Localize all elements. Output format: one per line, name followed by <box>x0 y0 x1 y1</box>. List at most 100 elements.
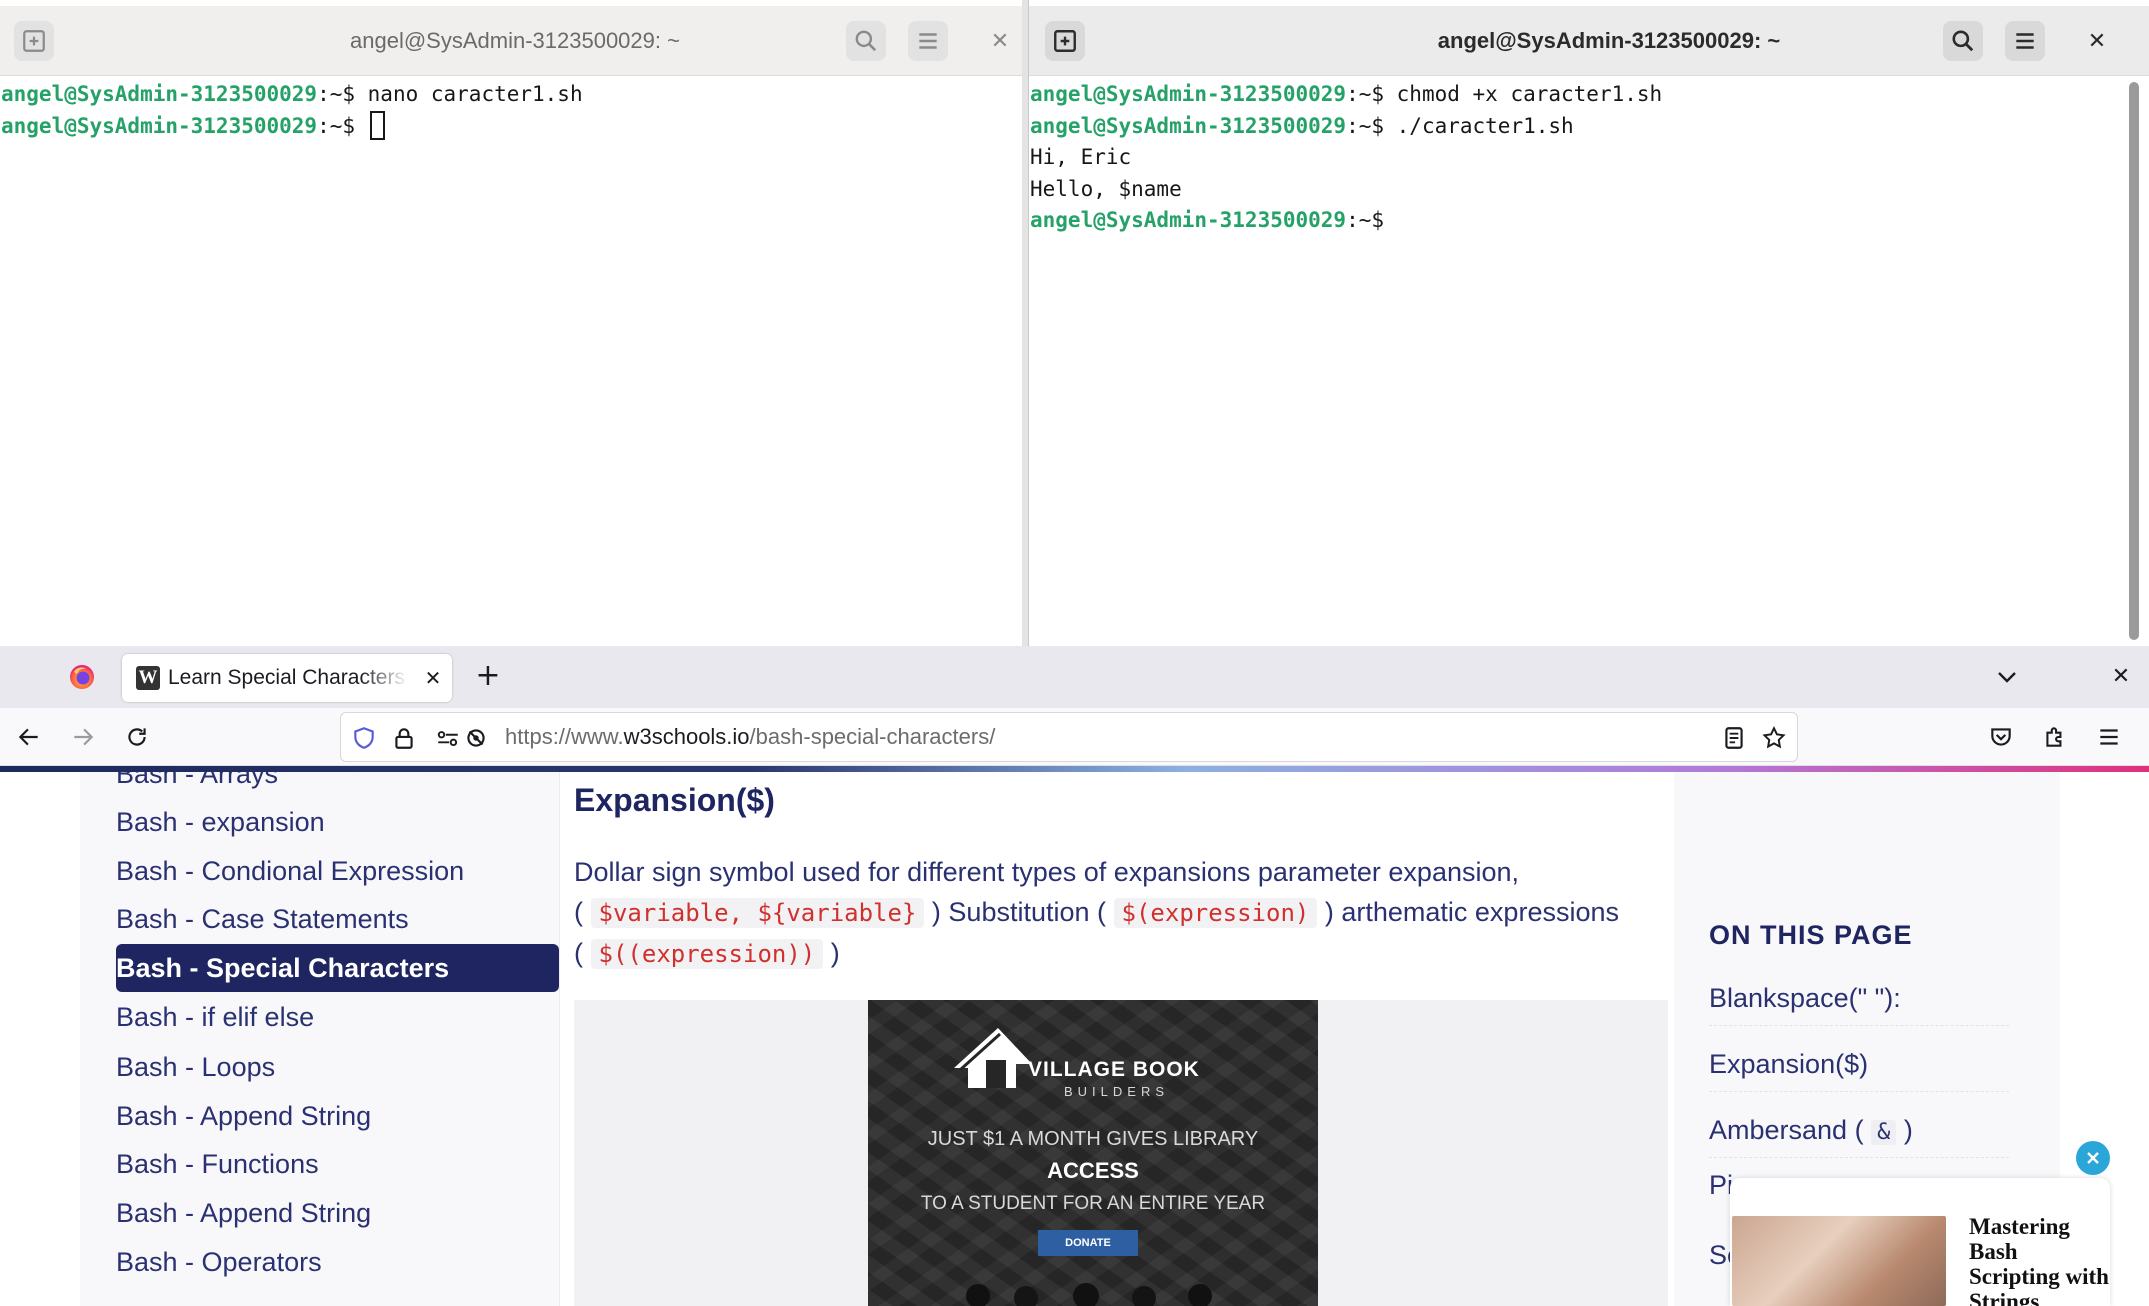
toc-heading: ON THIS PAGE <box>1709 920 1913 950</box>
tracking-protection-off-icon[interactable] <box>463 725 489 751</box>
inline-code: $variable, ${variable} <box>590 898 925 928</box>
prompt-suffix: :~$ <box>1346 113 1397 138</box>
search-button[interactable] <box>846 21 886 61</box>
section-heading: Expansion($) <box>574 782 775 818</box>
extensions-button[interactable] <box>2038 720 2072 754</box>
command-text: nano caracter1.sh <box>367 82 583 106</box>
bookmark-star-icon[interactable] <box>1761 725 1787 751</box>
sidebar-item-arrays[interactable]: Bash - Arrays <box>116 772 559 798</box>
shield-icon[interactable] <box>351 725 377 751</box>
prompt-suffix: :~$ <box>317 82 368 106</box>
close-icon: ✕ <box>990 28 1010 54</box>
arrow-left-icon <box>18 728 38 746</box>
ad-donate-button[interactable]: DONATE <box>1038 1230 1138 1256</box>
sidebar-item-loops[interactable]: Bash - Loops <box>116 1043 559 1091</box>
output-line: Hi, Eric <box>1030 145 1132 169</box>
close-icon <box>2087 1152 2099 1164</box>
firefox-logo-icon[interactable] <box>68 663 96 691</box>
sidebar-item-special-characters[interactable]: Bash - Special Characters <box>116 944 559 992</box>
toc-link-blankspace[interactable]: Blankspace(" "): <box>1709 974 2009 1026</box>
output-line: Hello, $name <box>1030 176 1182 201</box>
sidebar-item-if-elif-else[interactable]: Bash - if elif else <box>116 993 559 1041</box>
search-icon <box>855 30 877 52</box>
toc-link-text: Ambersand ( <box>1709 1115 1864 1145</box>
advertisement-banner[interactable]: VILLAGE BOOK BUILDERS JUST $1 A MONTH GI… <box>868 1000 1318 1306</box>
window-close-icon[interactable]: ✕ <box>2104 660 2138 694</box>
prompt-suffix: :~$ <box>1346 208 1385 232</box>
ad-book-pattern <box>868 1000 1318 1306</box>
toc-link-ampersand[interactable]: Ambersand ( & ) <box>1709 1106 2009 1158</box>
section-paragraph: Dollar sign symbol used for different ty… <box>574 852 1674 974</box>
url-path: /bash-special-characters/ <box>749 724 996 749</box>
village-book-logo-icon <box>954 1028 1032 1088</box>
navigation-toolbar: https://www.w3schools.io/bash-special-ch… <box>0 708 2149 766</box>
sidebar-item-append-string-2[interactable]: Bash - Append String <box>116 1189 559 1237</box>
terminal-scrollbar[interactable] <box>2129 82 2139 640</box>
lock-icon[interactable] <box>391 725 417 751</box>
command-text: ./caracter1.sh <box>1396 113 1574 138</box>
prompt-user-host: angel@SysAdmin-3123500029 <box>1 82 318 106</box>
prompt-user-host: angel@SysAdmin-3123500029 <box>1030 208 1347 232</box>
search-button[interactable] <box>1943 21 1983 61</box>
popup-close-button[interactable] <box>2076 1141 2110 1175</box>
desktop: angel@SysAdmin-3123500029: ~ ✕ angel@Sys… <box>0 0 2149 1306</box>
new-tab-button[interactable] <box>1045 21 1085 61</box>
recommended-article-popup[interactable]: Mastering Bash Scripting with Strings <box>1730 1178 2110 1306</box>
paragraph-text: ( <box>574 938 583 968</box>
paragraph-text: ) arthematic expressions <box>1324 897 1619 927</box>
tab-bar: W Learn Special Characters in Bash ✕ + ✕ <box>0 646 2149 708</box>
text-cursor <box>369 110 385 140</box>
toc-inline-code: & <box>1871 1120 1897 1145</box>
menu-button[interactable] <box>2005 21 2045 61</box>
new-tab-button[interactable] <box>14 21 54 61</box>
terminal-title: angel@SysAdmin-3123500029: ~ <box>1437 28 1781 53</box>
toc-link-expansion[interactable]: Expansion($) <box>1709 1040 2009 1092</box>
terminal-line: angel@SysAdmin-3123500029:~$ nano caract… <box>1 79 1022 111</box>
sidebar-item-conditional-expression[interactable]: Bash - Condional Expression <box>116 847 559 895</box>
back-button[interactable] <box>12 720 46 754</box>
terminal-window-left[interactable]: angel@SysAdmin-3123500029: ~ ✕ angel@Sys… <box>0 0 1022 646</box>
app-menu-button[interactable] <box>2092 720 2126 754</box>
sidebar-item-case-statements[interactable]: Bash - Case Statements <box>116 895 559 943</box>
terminal-line: angel@SysAdmin-3123500029:~$ ./caracter1… <box>1030 111 2149 143</box>
reader-view-icon[interactable] <box>1721 725 1747 751</box>
url-bar[interactable]: https://www.w3schools.io/bash-special-ch… <box>340 712 1798 762</box>
article-thumbnail <box>1732 1216 1946 1306</box>
toc-link-text: ) <box>1903 1115 1913 1145</box>
ad-container: VILLAGE BOOK BUILDERS JUST $1 A MONTH GI… <box>574 1000 1668 1306</box>
reload-button[interactable] <box>120 720 154 754</box>
main-content: Expansion($) Dollar sign symbol used for… <box>574 772 1674 1306</box>
pocket-button[interactable] <box>1984 720 2018 754</box>
paragraph-text: Dollar sign symbol used for different ty… <box>574 857 1520 887</box>
tab-close-icon[interactable]: ✕ <box>418 663 448 693</box>
permissions-icon[interactable] <box>435 725 461 751</box>
terminal-output[interactable]: angel@SysAdmin-3123500029:~$ chmod +x ca… <box>1029 79 2149 646</box>
sidebar-item-functions[interactable]: Bash - Functions <box>116 1140 559 1188</box>
terminal-line: angel@SysAdmin-3123500029:~$ <box>1030 205 2149 237</box>
sidebar-item-expansion[interactable]: Bash - expansion <box>116 798 559 846</box>
browser-tab-active[interactable]: W Learn Special Characters in Bash ✕ <box>122 654 452 702</box>
close-button[interactable]: ✕ <box>980 21 1020 61</box>
close-button[interactable]: ✕ <box>2077 21 2117 61</box>
ad-line: TO A STUDENT FOR AN ENTIRE YEAR <box>920 1193 1266 1214</box>
chevron-down-icon[interactable] <box>1990 660 2024 694</box>
ad-line-emphasis: ACCESS <box>1047 1158 1139 1183</box>
new-tab-plus-icon[interactable]: + <box>470 658 506 694</box>
sidebar-item-operators[interactable]: Bash - Operators <box>116 1238 559 1286</box>
terminal-line: angel@SysAdmin-3123500029:~$ <box>1 110 1022 143</box>
command-text: chmod +x caracter1.sh <box>1396 82 1663 106</box>
terminal-window-right[interactable]: angel@SysAdmin-3123500029: ~ ✕ angel@Sys… <box>1028 0 2149 646</box>
inline-code: $(expression) <box>1113 898 1318 928</box>
url-domain: w3schools.io <box>623 724 750 749</box>
pocket-icon <box>1991 728 2011 746</box>
terminal-header: angel@SysAdmin-3123500029: ~ ✕ <box>1029 6 2149 76</box>
sidebar-item-append-string[interactable]: Bash - Append String <box>116 1092 559 1140</box>
url-scheme: https://www. <box>505 724 624 749</box>
menu-button[interactable] <box>908 21 948 61</box>
ad-brand-sub: BUILDERS <box>1064 1084 1170 1099</box>
article-title: Mastering Bash Scripting with Strings <box>1969 1214 2109 1306</box>
terminal-line: angel@SysAdmin-3123500029:~$ chmod +x ca… <box>1030 79 2149 111</box>
prompt-user-host: angel@SysAdmin-3123500029 <box>1 113 318 138</box>
forward-button[interactable] <box>66 720 100 754</box>
terminal-output[interactable]: angel@SysAdmin-3123500029:~$ nano caract… <box>0 79 1022 646</box>
